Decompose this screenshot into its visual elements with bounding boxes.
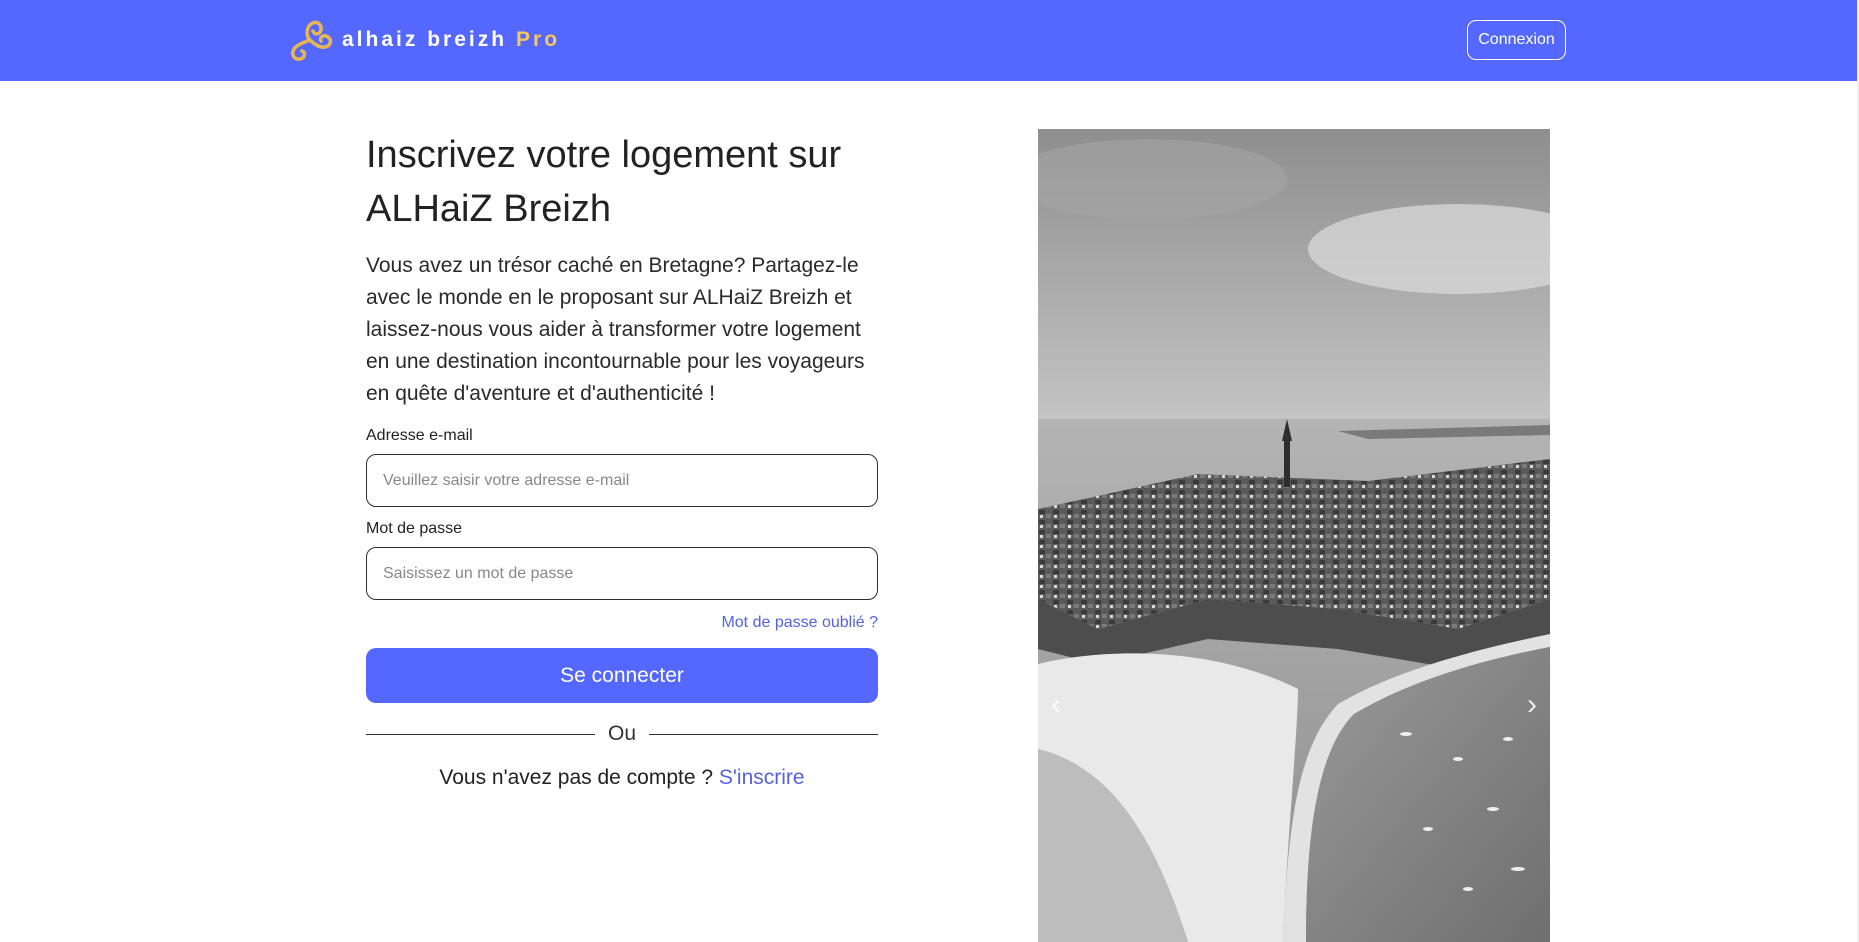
triskele-icon	[291, 20, 333, 61]
brand[interactable]: alhaiz breizh Pro	[284, 14, 560, 66]
divider-line-right	[649, 733, 879, 735]
image-carousel[interactable]: ‹ ›	[1038, 129, 1550, 942]
forgot-password-link[interactable]: Mot de passe oublié ?	[721, 614, 878, 631]
divider-line-left	[366, 733, 595, 735]
intro-text: Vous avez un trésor caché en Bretagne? P…	[366, 254, 865, 405]
signup-prompt: Vous n'avez pas de compte ? S'inscrire	[366, 766, 878, 790]
password-field[interactable]	[366, 547, 878, 600]
login-button[interactable]: Connexion	[1467, 20, 1566, 60]
email-field[interactable]	[366, 454, 878, 507]
login-submit-button[interactable]: Se connecter	[366, 648, 878, 703]
top-navbar: alhaiz breizh Pro Connexion	[0, 0, 1859, 81]
page-title: Inscrivez votre logement sur ALHaiZ Brei…	[366, 134, 842, 230]
chevron-left-icon[interactable]: ‹	[1044, 687, 1068, 723]
divider-text: Ou	[608, 722, 637, 745]
brand-name: alhaiz breizh	[342, 28, 508, 51]
forgot-password-row: Mot de passe oublié ?	[366, 614, 878, 634]
or-divider: Ou	[366, 719, 879, 749]
carousel-photo	[1038, 129, 1550, 942]
chevron-right-icon[interactable]: ›	[1520, 687, 1544, 723]
signup-link[interactable]: S'inscrire	[719, 766, 805, 789]
email-label: Adresse e-mail	[366, 427, 473, 444]
no-account-text: Vous n'avez pas de compte ?	[439, 766, 714, 789]
password-label: Mot de passe	[366, 520, 463, 537]
brand-pro-label: Pro	[516, 28, 561, 51]
signup-form-section: Inscrivez votre logement sur ALHaiZ Brei…	[366, 128, 879, 790]
